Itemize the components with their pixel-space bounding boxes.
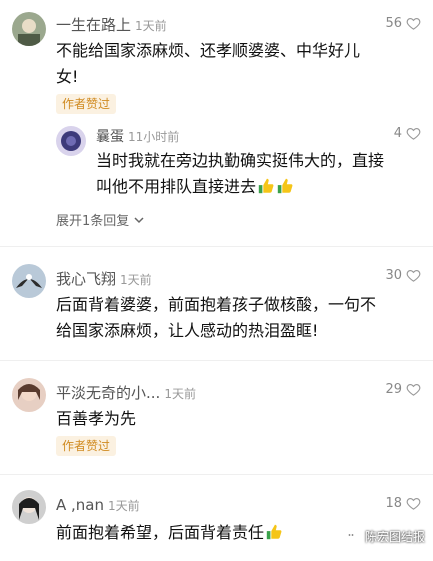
- like-count: 18: [385, 496, 402, 511]
- username[interactable]: 我心飞翔 1天前: [56, 268, 152, 289]
- comment-item: 一生在路上 1天前 56 不能给国家添麻烦、还孝顺婆婆、中华好儿 女! 作者赞过 …: [0, 0, 433, 250]
- divider: [0, 474, 433, 475]
- expand-replies-button[interactable]: 展开1条回复: [56, 210, 145, 229]
- username[interactable]: 平淡无奇的小... 1天前: [56, 382, 196, 403]
- divider: [0, 360, 433, 361]
- heart-outline-icon: [406, 17, 421, 30]
- chevron-down-icon: [134, 216, 144, 223]
- heart-outline-icon: [406, 497, 421, 510]
- comment-text: 不能给国家添麻烦、还孝顺婆婆、中华好儿 女!: [56, 41, 361, 86]
- comment-time: 1天前: [120, 273, 152, 287]
- username[interactable]: 一生在路上 1天前: [56, 14, 167, 35]
- author-liked-badge: 作者赞过: [56, 436, 117, 456]
- like-button[interactable]: 30: [385, 268, 421, 283]
- avatar[interactable]: [12, 264, 46, 298]
- author-liked-badge: 作者赞过: [56, 94, 117, 114]
- comment-text: 前面抱着希望，后面背着责任: [56, 520, 283, 546]
- thumbs-up-emoji: [266, 524, 282, 540]
- comment-time: 1天前: [108, 499, 140, 513]
- comment-item: A ,nan 1天前 18 前面抱着希望，后面背着责任: [0, 478, 433, 561]
- like-count: 30: [385, 268, 402, 283]
- comment-time: 1天前: [164, 387, 196, 401]
- username[interactable]: A ,nan 1天前: [56, 496, 140, 514]
- reply-username[interactable]: 曩蛋 11小时前: [96, 126, 179, 146]
- avatar[interactable]: [12, 12, 46, 46]
- heart-outline-icon: [406, 269, 421, 282]
- comment-text: 后面背着婆婆，前面抱着孩子做核酸，一句不 给国家添麻烦，让人感动的热泪盈眶!: [56, 295, 377, 340]
- divider: [0, 246, 433, 247]
- thumbs-up-emoji: [258, 178, 274, 194]
- reply-text: 当时我就在旁边执勤确实挺伟大的，直接 叫他不用排队直接进去: [96, 151, 385, 196]
- comment-item: 我心飞翔 1天前 30 后面背着婆婆，前面抱着孩子做核酸，一句不 给国家添麻烦，让…: [0, 250, 433, 360]
- like-button[interactable]: 18: [385, 496, 421, 511]
- like-count: 4: [393, 126, 402, 141]
- avatar[interactable]: [56, 126, 86, 156]
- heart-outline-icon: [406, 383, 421, 396]
- like-count: 29: [385, 382, 402, 397]
- thumbs-up-emoji: [277, 178, 293, 194]
- comment-text: 百善孝为先: [56, 409, 137, 428]
- avatar[interactable]: [12, 378, 46, 412]
- like-button[interactable]: 29: [385, 382, 421, 397]
- reply-time: 11小时前: [128, 130, 180, 144]
- like-button[interactable]: 56: [385, 16, 421, 31]
- avatar[interactable]: [12, 490, 46, 524]
- like-button[interactable]: 4: [394, 126, 421, 141]
- comment-item: 平淡无奇的小... 1天前 29 百善孝为先 作者赞过: [0, 364, 433, 474]
- wechat-icon: [345, 530, 360, 543]
- heart-outline-icon: [406, 127, 421, 140]
- comment-time: 1天前: [135, 19, 167, 33]
- like-count: 56: [385, 16, 402, 31]
- watermark: 陈宏图结报: [345, 528, 425, 545]
